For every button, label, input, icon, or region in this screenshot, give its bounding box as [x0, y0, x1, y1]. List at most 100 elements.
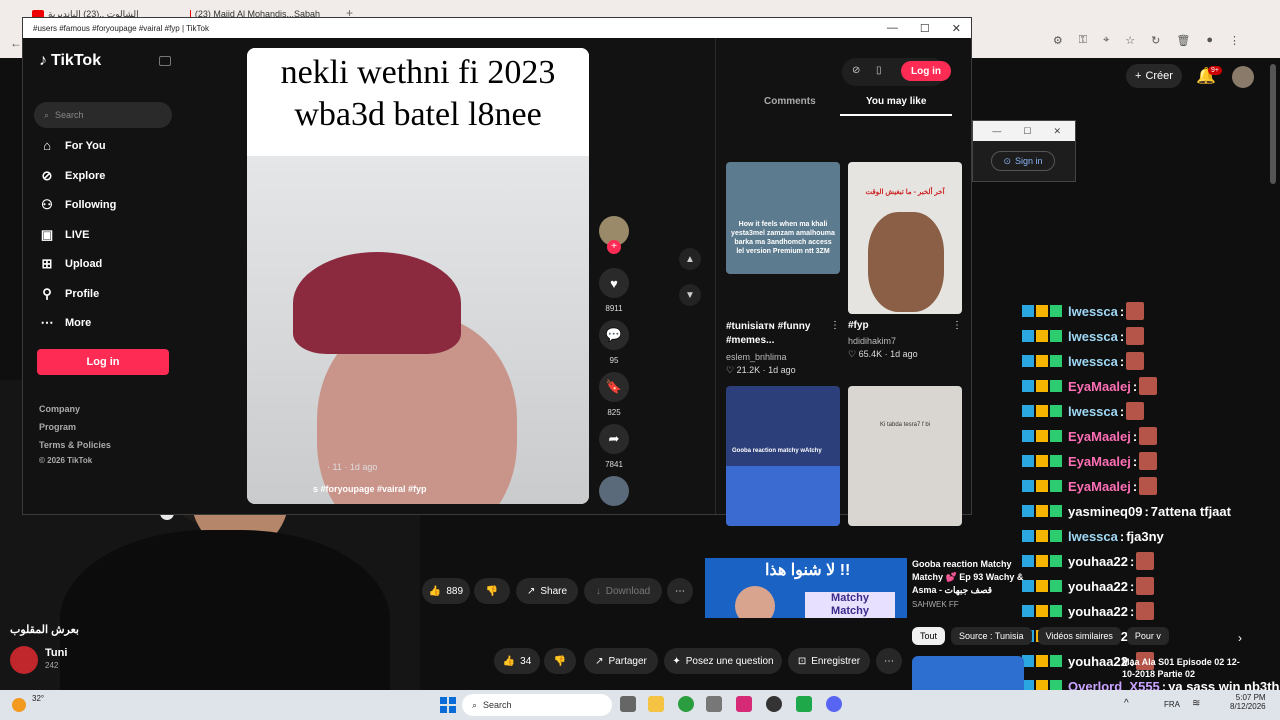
video-tags[interactable]: s #foryoupage #vairal #fyp [313, 484, 427, 494]
key-icon[interactable]: ⚿ [1079, 34, 1087, 47]
clock[interactable]: 5:07 PM 8/12/2026 [1230, 693, 1266, 711]
music-disc[interactable] [599, 476, 629, 506]
store-icon[interactable] [706, 696, 722, 712]
chat-username[interactable]: youhaa22 [1068, 579, 1128, 594]
follow-plus-icon[interactable]: + [607, 240, 621, 254]
chat-username[interactable]: lwessca [1068, 404, 1118, 419]
chevron-down-icon[interactable]: ▼ [679, 284, 701, 306]
share-action[interactable]: ➦ 7841 [599, 424, 629, 469]
save-button[interactable]: ⊡ Enregistrer [788, 648, 870, 674]
nav-item[interactable]: ⚇ Following [39, 197, 116, 213]
chat-username[interactable]: yasmineq09 [1068, 504, 1142, 519]
nav-item[interactable]: ⊞ Upload [39, 256, 103, 272]
avatar[interactable] [1232, 66, 1254, 88]
windows-start-icon[interactable] [440, 697, 456, 713]
save-action[interactable]: 🔖 825 [599, 372, 629, 417]
chat-username[interactable]: youhaa22 [1068, 604, 1128, 619]
profile-icon[interactable]: ● [1206, 34, 1213, 47]
chip[interactable]: Pour v [1126, 627, 1169, 645]
obs-icon[interactable] [766, 696, 782, 712]
tab-comments[interactable]: Comments [764, 96, 816, 107]
share-button-2[interactable]: ↗ Partager [584, 648, 658, 674]
dislike-button[interactable]: 👎 [474, 578, 510, 604]
channel-avatar[interactable] [10, 646, 38, 674]
nav-item[interactable]: ▣ LIVE [39, 227, 90, 243]
taskbar-search[interactable]: ⌕ Search [462, 694, 612, 716]
comment-action[interactable]: 💬 95 [599, 320, 629, 365]
back-icon[interactable]: ← [10, 36, 22, 50]
footer-link-program[interactable]: Program [39, 422, 76, 432]
ask-question-button[interactable]: ✦ Posez une question [664, 648, 782, 674]
video-card-author[interactable]: eslem_bnhlima [726, 352, 787, 362]
nav-item[interactable]: ⚲ Profile [39, 286, 99, 302]
video-card-author[interactable]: hdidihakim7 [848, 336, 896, 346]
video-card-thumb[interactable]: Gooba reaction matchy wAtchy [726, 386, 840, 526]
media-player-icon[interactable] [796, 696, 812, 712]
footer-link-terms[interactable]: Terms & Policies [39, 440, 111, 450]
recommended-title[interactable]: Gooba reaction Matchy Matchy 💕 Ep 93 Wac… [912, 558, 1026, 597]
extension-icon[interactable]: ⚙ [1053, 34, 1063, 47]
chevron-right-icon[interactable]: › [1238, 631, 1242, 645]
chat-username[interactable]: lwessca [1068, 529, 1118, 544]
scrollbar[interactable] [1270, 64, 1276, 184]
chat-username[interactable]: lwessca [1068, 329, 1118, 344]
video-player[interactable]: nekli wethni fi 2023 wba3d batel l8nee ·… [247, 48, 589, 504]
more-options-icon[interactable]: ⋯ [876, 648, 902, 674]
close-icon[interactable]: ✕ [952, 22, 961, 35]
chevron-up-icon[interactable]: ▲ [679, 248, 701, 270]
dislike-button-2[interactable]: 👎 [544, 648, 576, 674]
chat-username[interactable]: EyaMaalej [1068, 479, 1131, 494]
close-icon[interactable]: ✕ [1053, 126, 1061, 137]
like-button[interactable]: 👍 889 [422, 578, 470, 604]
star-icon[interactable]: ☆ [1125, 34, 1135, 47]
recommended-thumbnail[interactable]: لا شنوا هذا !! Matchy Matchy [705, 558, 907, 618]
collapse-sidebar-icon[interactable] [159, 56, 171, 66]
history-icon[interactable]: ↻ [1151, 34, 1160, 47]
weather-icon[interactable] [12, 698, 26, 712]
phone-icon[interactable]: ▯ [876, 65, 882, 76]
chip[interactable]: Tout [912, 627, 946, 645]
tiktok-logo[interactable]: ♪ TikTok [39, 52, 101, 70]
more-options-icon[interactable]: ⋯ [667, 578, 693, 604]
recommended-channel[interactable]: SAHWEK FF [912, 600, 959, 609]
chat-username[interactable]: EyaMaalej [1068, 379, 1131, 394]
more-options-icon[interactable]: ⋮ [830, 320, 840, 331]
location-icon[interactable]: ⌖ [1103, 34, 1109, 47]
next-video-thumbnail[interactable] [912, 656, 1024, 690]
chat-username[interactable]: lwessca [1068, 354, 1118, 369]
share-button[interactable]: ↗ Share [516, 578, 578, 604]
maximize-icon[interactable]: ☐ [920, 22, 930, 35]
chat-username[interactable]: youhaa22 [1068, 554, 1128, 569]
wifi-icon[interactable]: ≋ [1192, 698, 1200, 709]
language-indicator[interactable]: FRA [1164, 700, 1180, 709]
minimize-icon[interactable]: — [992, 126, 1001, 136]
chevron-up-icon[interactable]: ^ [1124, 698, 1129, 709]
nav-item[interactable]: ⊘ Explore [39, 168, 106, 184]
chip[interactable]: Source : Tunisia [951, 627, 1032, 645]
like-action[interactable]: ♥ 8911 [599, 268, 629, 313]
video-card-title[interactable]: #tunisiaᴛɴ #funny #memes... [726, 320, 836, 348]
instagram-icon[interactable] [736, 696, 752, 712]
next-video-title[interactable]: Maa Ala S01 Episode 02 12-10-2018 Partie… [1122, 656, 1252, 680]
nav-item[interactable]: ⌂ For You [39, 138, 105, 153]
video-card-thumb[interactable]: Ki tabda tesra7 f bi [848, 386, 962, 526]
chat-username[interactable]: youhaa22 [1068, 654, 1128, 669]
nav-item[interactable]: ⋯ More [39, 315, 92, 331]
video-card-title[interactable]: #fyp [848, 320, 869, 331]
login-button[interactable]: Log in [901, 61, 951, 81]
channel-name[interactable]: Tuni [45, 647, 67, 659]
chat-username[interactable]: lwessca [1068, 304, 1118, 319]
create-button[interactable]: + Créer [1126, 64, 1182, 88]
file-explorer-icon[interactable] [648, 696, 664, 712]
video-card-thumb[interactable]: How it feels when ma khali yesta3mel zam… [726, 162, 840, 274]
discord-icon[interactable] [826, 696, 842, 712]
menu-icon[interactable]: ⋮ [1229, 34, 1240, 47]
minimize-icon[interactable]: — [887, 22, 898, 35]
chrome-icon[interactable] [678, 696, 694, 712]
like-button-2[interactable]: 👍 34 [494, 648, 540, 674]
login-button[interactable]: Log in [37, 349, 169, 375]
download-button[interactable]: ↓ Download [584, 578, 662, 604]
more-options-icon[interactable]: ⋮ [952, 320, 962, 331]
chat-username[interactable]: EyaMaalej [1068, 454, 1131, 469]
tab-you-may-like[interactable]: You may like [866, 96, 926, 107]
